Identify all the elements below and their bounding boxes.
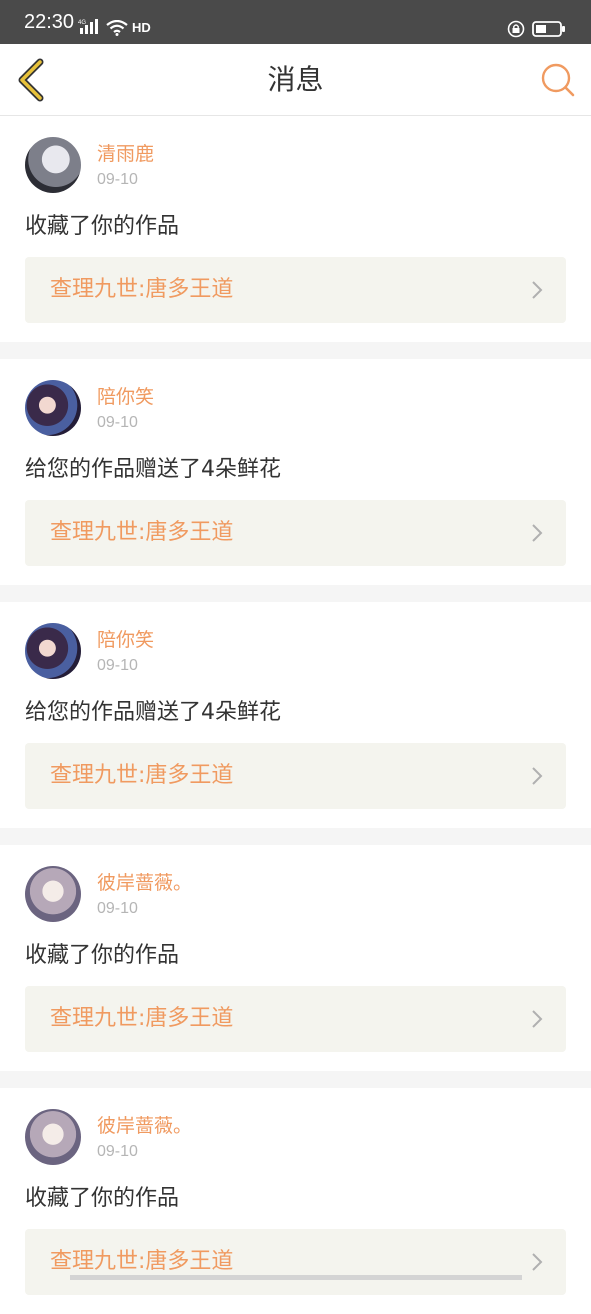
- battery-icon: [532, 21, 565, 37]
- message-text: 收藏了你的作品: [25, 214, 180, 239]
- sender-name[interactable]: 陪你笑: [97, 385, 154, 409]
- message-date: 09-10: [97, 171, 138, 188]
- avatar[interactable]: [25, 623, 81, 679]
- divider: [0, 342, 591, 359]
- work-title: 查理九世:唐多王道: [50, 277, 234, 302]
- message-text: 收藏了你的作品: [25, 943, 180, 968]
- chevron-right-icon: [532, 1253, 543, 1271]
- wifi-icon: [106, 20, 128, 36]
- message-date: 09-10: [97, 657, 138, 674]
- work-link[interactable]: 查理九世:唐多王道: [25, 500, 566, 566]
- work-title: 查理九世:唐多王道: [50, 1006, 234, 1031]
- avatar[interactable]: [25, 380, 81, 436]
- work-title: 查理九世:唐多王道: [50, 1249, 234, 1274]
- sender-name[interactable]: 彼岸蔷薇。: [97, 871, 192, 895]
- work-link[interactable]: 查理九世:唐多王道: [25, 986, 566, 1052]
- avatar[interactable]: [25, 137, 81, 193]
- message-item: 清雨鹿 09-10 收藏了你的作品 查理九世:唐多王道: [0, 116, 591, 342]
- work-link[interactable]: 查理九世:唐多王道: [25, 743, 566, 809]
- chevron-right-icon: [532, 1010, 543, 1028]
- message-date: 09-10: [97, 900, 138, 917]
- message-text: 收藏了你的作品: [25, 1186, 180, 1211]
- chevron-right-icon: [532, 767, 543, 785]
- status-bar: 22:30 4G HD: [0, 0, 591, 44]
- page-title: 消息: [267, 63, 324, 96]
- rotation-lock-icon: [507, 20, 525, 38]
- status-time: 22:30: [24, 11, 75, 33]
- message-item: 彼岸蔷薇。 09-10 收藏了你的作品 查理九世:唐多王道: [0, 845, 591, 1071]
- chevron-right-icon: [532, 281, 543, 299]
- search-icon[interactable]: [540, 62, 576, 98]
- chevron-right-icon: [532, 524, 543, 542]
- work-title: 查理九世:唐多王道: [50, 520, 234, 545]
- work-title: 查理九世:唐多王道: [50, 763, 234, 788]
- sender-name[interactable]: 陪你笑: [97, 628, 154, 652]
- message-date: 09-10: [97, 414, 138, 431]
- nav-bar: 消息: [0, 44, 591, 116]
- sender-name[interactable]: 清雨鹿: [97, 142, 154, 166]
- message-item: 陪你笑 09-10 给您的作品赠送了4朵鲜花 查理九世:唐多王道: [0, 602, 591, 828]
- signal-icon: 4G: [78, 19, 98, 34]
- divider: [0, 1071, 591, 1088]
- message-item: 陪你笑 09-10 给您的作品赠送了4朵鲜花 查理九世:唐多王道: [0, 359, 591, 585]
- scroll-indicator: [70, 1275, 522, 1280]
- hd-icon: HD: [132, 20, 151, 35]
- divider: [0, 585, 591, 602]
- avatar[interactable]: [25, 866, 81, 922]
- message-list: 清雨鹿 09-10 收藏了你的作品 查理九世:唐多王道 陪你笑 09-10 给您…: [0, 116, 591, 1314]
- avatar[interactable]: [25, 1109, 81, 1165]
- message-date: 09-10: [97, 1143, 138, 1160]
- message-text: 给您的作品赠送了4朵鲜花: [25, 457, 281, 482]
- message-text: 给您的作品赠送了4朵鲜花: [25, 700, 281, 725]
- divider: [0, 828, 591, 845]
- sender-name[interactable]: 彼岸蔷薇。: [97, 1114, 192, 1138]
- work-link[interactable]: 查理九世:唐多王道: [25, 1229, 566, 1295]
- message-item: 彼岸蔷薇。 09-10 收藏了你的作品 查理九世:唐多王道: [0, 1088, 591, 1314]
- work-link[interactable]: 查理九世:唐多王道: [25, 257, 566, 323]
